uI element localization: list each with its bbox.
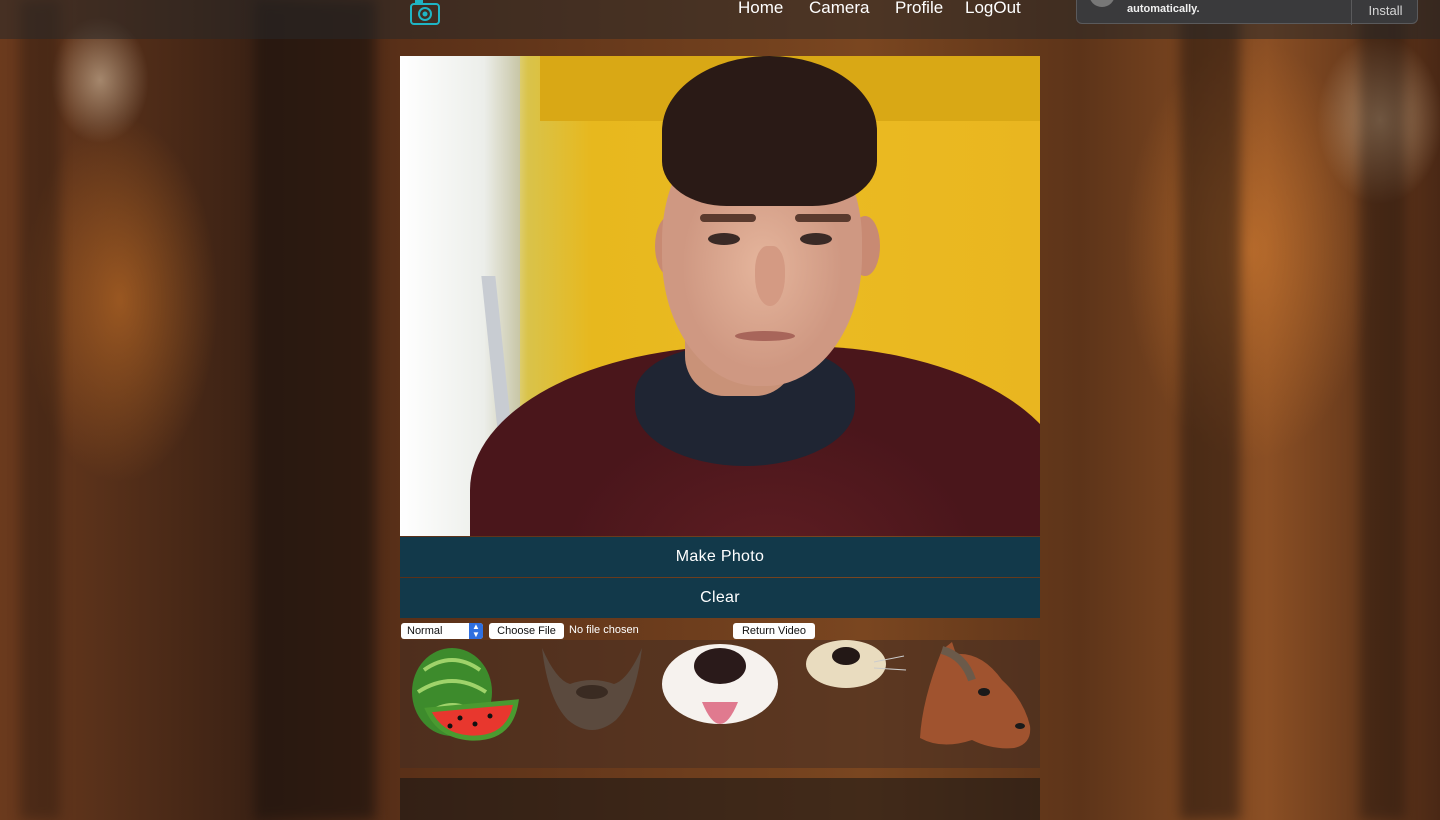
beard-mask[interactable] [528, 640, 656, 768]
filter-select[interactable]: Normal ▲ ▼ [401, 623, 483, 639]
horse-head-mask[interactable] [912, 640, 1040, 768]
nav-camera[interactable]: Camera [809, 0, 869, 18]
puppy-nose-mask[interactable] [784, 640, 912, 768]
file-status: No file chosen [569, 624, 639, 636]
nav-profile[interactable]: Profile [895, 0, 943, 18]
return-video-button[interactable]: Return Video [733, 623, 815, 639]
photo-gallery [400, 778, 1040, 820]
camera-preview [400, 56, 1040, 536]
camera-icon[interactable] [409, 0, 441, 28]
make-photo-button[interactable]: Make Photo [400, 537, 1040, 577]
install-button[interactable]: Install [1352, 3, 1419, 18]
choose-file-button[interactable]: Choose File [489, 623, 564, 639]
dog-snout-mask[interactable] [656, 640, 784, 768]
watermelon-mask[interactable] [400, 640, 528, 768]
nav-home[interactable]: Home [738, 0, 783, 18]
chevron-updown-icon: ▲ ▼ [469, 623, 483, 639]
install-prompt: automatically. Install [1076, 0, 1419, 25]
app-icon [1089, 0, 1115, 7]
mask-gallery [400, 640, 1040, 768]
install-prompt-text: automatically. [1127, 3, 1200, 15]
filter-select-value: Normal [407, 625, 443, 637]
nav-logout[interactable]: LogOut [965, 0, 1021, 18]
clear-button[interactable]: Clear [400, 578, 1040, 618]
